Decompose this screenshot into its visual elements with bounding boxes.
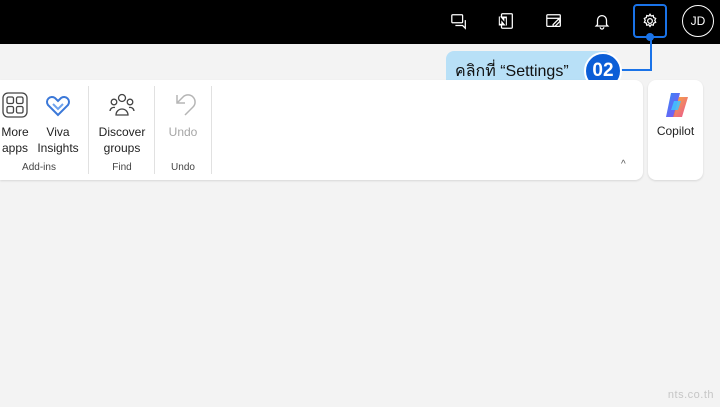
- whiteboard-icon[interactable]: [539, 6, 569, 36]
- copilot-button[interactable]: Copilot: [648, 80, 703, 180]
- watermark: nts.co.th: [667, 389, 714, 401]
- group-label-add-ins: Add-ins: [22, 162, 56, 173]
- button-label: Discover: [98, 125, 146, 139]
- people-group-icon: [107, 90, 137, 120]
- ribbon-divider: [88, 86, 89, 174]
- group-label-undo: Undo: [171, 162, 195, 173]
- undo-button[interactable]: Undo: [160, 90, 206, 140]
- discover-groups-button[interactable]: Discover groups: [96, 90, 148, 156]
- notification-bell-icon[interactable]: [587, 6, 617, 36]
- more-apps-button[interactable]: More apps: [0, 90, 30, 156]
- button-label: apps: [1, 141, 29, 155]
- group-label-find: Find: [112, 162, 132, 173]
- ribbon-divider: [154, 86, 155, 174]
- ribbon: More apps Viva Insights Add-ins Discover…: [0, 80, 643, 180]
- copilot-label: Copilot: [656, 124, 695, 138]
- viva-insights-icon: [43, 90, 73, 120]
- top-bar: JD: [0, 0, 720, 44]
- button-label: Insights: [37, 141, 79, 155]
- undo-icon: [168, 90, 198, 120]
- ribbon-divider: [211, 86, 212, 174]
- callout-connector: [618, 69, 652, 71]
- onenote-icon[interactable]: [491, 6, 521, 36]
- apps-grid-icon: [0, 90, 30, 120]
- viva-insights-button[interactable]: Viva Insights: [36, 90, 80, 156]
- avatar[interactable]: JD: [682, 5, 714, 37]
- button-label: Undo: [168, 125, 198, 139]
- callout-connector: [650, 37, 652, 71]
- button-label: Viva: [46, 125, 70, 139]
- collapse-ribbon-chevron-icon[interactable]: ^: [621, 159, 626, 170]
- button-label: groups: [103, 141, 141, 155]
- button-label: More: [1, 125, 29, 139]
- chat-icon[interactable]: [444, 6, 474, 36]
- copilot-icon: [661, 90, 691, 120]
